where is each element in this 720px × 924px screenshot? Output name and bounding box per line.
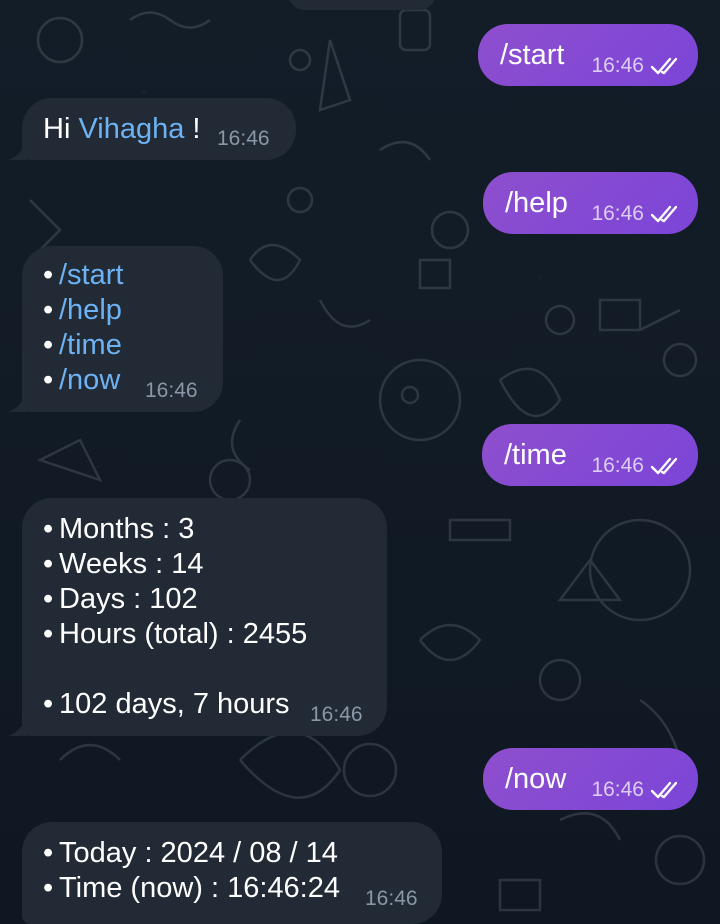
- command-link-start[interactable]: /start: [59, 259, 123, 291]
- outgoing-message[interactable]: /time 16:46: [482, 424, 698, 486]
- greeting-text: Hi: [43, 113, 71, 145]
- command-link-help[interactable]: /help: [59, 294, 122, 326]
- list-item: •/start: [43, 259, 124, 291]
- stats-list: • Months : 3 • Weeks : 14 • Days : 102 • Hou…: [43, 512, 307, 722]
- incoming-message[interactable]: •/start •/help •/time •/now 16:46: [22, 246, 223, 412]
- message-text: /time: [504, 439, 567, 471]
- message-time: 16:46: [591, 55, 684, 76]
- list-item: •/help: [43, 294, 122, 326]
- list-item: • Today : 2024 / 08 / 14: [43, 837, 338, 869]
- list-item: •/now: [43, 364, 121, 396]
- message-text: /help: [505, 187, 568, 219]
- message-text: Hi Vihagha !: [43, 112, 200, 147]
- list-item: • Time (now) : 16:46:24: [43, 872, 340, 904]
- message-text: /start: [500, 39, 565, 71]
- previous-message-edge: [288, 0, 436, 10]
- days-hours-summary: 102 days, 7 hours: [59, 688, 290, 720]
- message-time: 16:46: [365, 887, 418, 910]
- outgoing-message[interactable]: /help 16:46: [483, 172, 698, 234]
- double-check-icon: [650, 782, 678, 799]
- outgoing-message[interactable]: /start 16:46: [478, 24, 698, 86]
- days-value: Days : 102: [59, 583, 198, 615]
- list-item: • 102 days, 7 hours: [43, 688, 290, 720]
- message-time: 16:46: [591, 779, 684, 800]
- greeting-suffix: !: [192, 113, 201, 145]
- list-item: • Months : 3: [43, 513, 195, 545]
- list-item: • Days : 102: [43, 583, 198, 615]
- message-text: /now: [505, 763, 567, 795]
- incoming-message[interactable]: • Months : 3 • Weeks : 14 • Days : 102 • Hou…: [22, 498, 387, 736]
- user-mention-link[interactable]: Vihagha: [78, 113, 184, 145]
- bubble-tail: [8, 394, 26, 412]
- bubble-tail: [8, 142, 26, 160]
- hours-total-value: Hours (total) : 2455: [59, 618, 308, 650]
- command-link-now[interactable]: /now: [59, 364, 120, 396]
- months-value: Months : 3: [59, 513, 195, 545]
- list-item: •/time: [43, 329, 122, 361]
- double-check-icon: [650, 206, 678, 223]
- outgoing-message[interactable]: /now 16:46: [483, 748, 698, 810]
- message-time: 16:46: [217, 127, 270, 150]
- time-now-value: Time (now) : 16:46:24: [59, 872, 340, 904]
- message-time: 16:46: [591, 203, 684, 224]
- weeks-value: Weeks : 14: [59, 548, 204, 580]
- list-item: • Weeks : 14: [43, 548, 204, 580]
- bubble-tail: [8, 718, 26, 736]
- incoming-message[interactable]: Hi Vihagha ! 16:46: [22, 98, 296, 160]
- message-time: 16:46: [591, 455, 684, 476]
- message-time: 16:46: [310, 703, 363, 726]
- command-link-time[interactable]: /time: [59, 329, 122, 361]
- today-value: Today : 2024 / 08 / 14: [59, 837, 338, 869]
- command-list: •/start •/help •/time •/now: [43, 258, 123, 398]
- message-time: 16:46: [145, 379, 198, 402]
- list-item: • Hours (total) : 2455: [43, 618, 308, 650]
- now-list: • Today : 2024 / 08 / 14 • Time (now) : 16…: [43, 836, 340, 906]
- chat-area[interactable]: /start 16:46 Hi Vihagha ! 16:46 /help 16…: [0, 0, 720, 924]
- double-check-icon: [650, 458, 678, 475]
- incoming-message[interactable]: • Today : 2024 / 08 / 14 • Time (now) : 16…: [22, 822, 442, 924]
- double-check-icon: [650, 58, 678, 75]
